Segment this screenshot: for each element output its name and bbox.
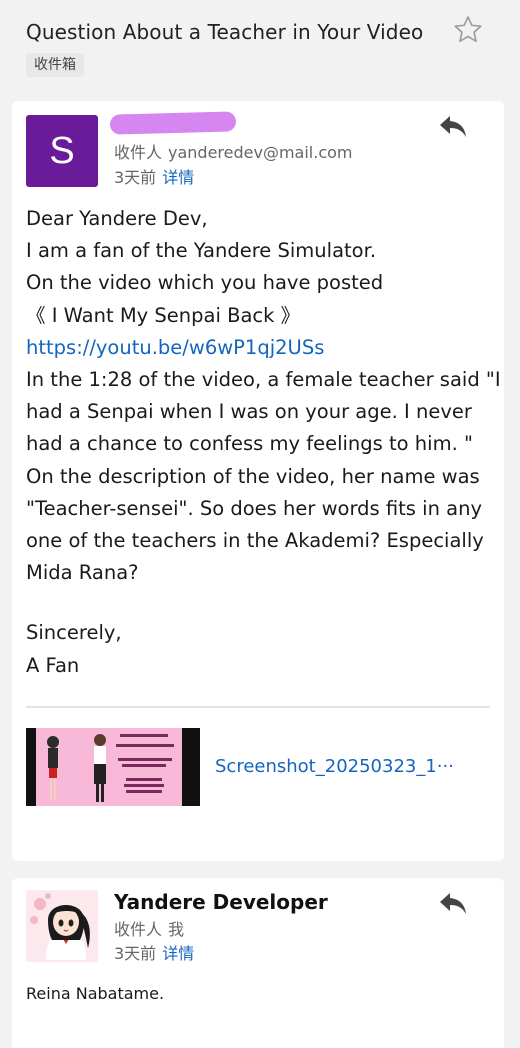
closing-line: Sincerely,	[26, 621, 122, 645]
recipient-label: 收件人	[114, 143, 163, 162]
timestamp: 3天前	[114, 168, 157, 187]
details-link[interactable]: 详情	[162, 944, 194, 963]
message-body: Dear Yandere Dev, I am a fan of the Yand…	[26, 203, 501, 682]
body-line: "Teacher-sensei". So does her words fits…	[26, 496, 482, 520]
attachment-divider	[26, 706, 490, 708]
anime-character-avatar-image	[26, 890, 98, 962]
message-card: S 收件人 yanderedev@mail.com 3天前 详情 Dear Yand…	[12, 101, 504, 861]
folder-badge[interactable]: 收件箱	[26, 53, 84, 77]
recipient-address: yanderedev@mail.com	[168, 143, 353, 162]
subtitle-text-image	[116, 734, 174, 793]
attachment-filename[interactable]: Screenshot_20250323_1···	[215, 756, 475, 777]
timestamp-line: 3天前 详情	[114, 940, 194, 964]
recipient-value: 我	[168, 920, 185, 939]
body-line: On the description of the video, her nam…	[26, 464, 480, 488]
timestamp-line: 3天前 详情	[114, 164, 194, 188]
message-card: Yandere Developer 收件人我 3天前 详情 Reina Nabat…	[12, 878, 504, 1048]
thread-header: Question About a Teacher in Your Video 收…	[0, 0, 520, 96]
body-line: On the video which you have posted	[26, 271, 384, 295]
body-line: Mida Rana?	[26, 561, 139, 585]
reply-icon	[440, 893, 466, 914]
body-line: had a Senpai when I was on your age. I n…	[26, 400, 472, 424]
video-link[interactable]: https://youtu.be/w6wP1qj2USs	[26, 332, 496, 364]
thumbnail-image	[36, 728, 182, 806]
body-line: In the 1:28 of the video, a female teach…	[26, 368, 501, 392]
figure-student-image	[47, 736, 59, 800]
body-line: Dear Yandere Dev,	[26, 207, 208, 230]
details-link[interactable]: 详情	[162, 168, 194, 187]
sender-avatar[interactable]	[26, 890, 98, 962]
reply-icon	[440, 116, 466, 137]
recipient-line: 收件人我	[114, 916, 184, 940]
body-line: I am a fan of the Yandere Simulator.	[26, 239, 377, 263]
sender-name: Yandere Developer	[114, 890, 328, 914]
figure-teacher-image	[94, 734, 106, 802]
email-subject: Question About a Teacher in Your Video	[26, 20, 424, 44]
recipient-line: 收件人 yanderedev@mail.com	[114, 139, 353, 163]
star-outline-icon	[454, 16, 482, 43]
body-line: had a chance to confess my feelings to h…	[26, 432, 473, 456]
signature-line: A Fan	[26, 653, 80, 677]
star-button[interactable]	[448, 10, 488, 50]
message-body: Reina Nabatame.	[26, 984, 165, 1003]
redacted-sender-name	[109, 111, 237, 135]
attachment-thumbnail[interactable]	[26, 728, 200, 806]
sender-avatar[interactable]: S	[26, 115, 98, 187]
recipient-label: 收件人	[114, 920, 163, 939]
email-thread-page: Question About a Teacher in Your Video 收…	[0, 0, 520, 1048]
body-line: 《 I Want My Senpai Back 》	[26, 303, 301, 327]
timestamp: 3天前	[114, 944, 157, 963]
reply-button[interactable]	[433, 884, 473, 924]
body-line: one of the teachers in the Akademi? Espe…	[26, 529, 484, 553]
reply-button[interactable]	[433, 107, 473, 147]
